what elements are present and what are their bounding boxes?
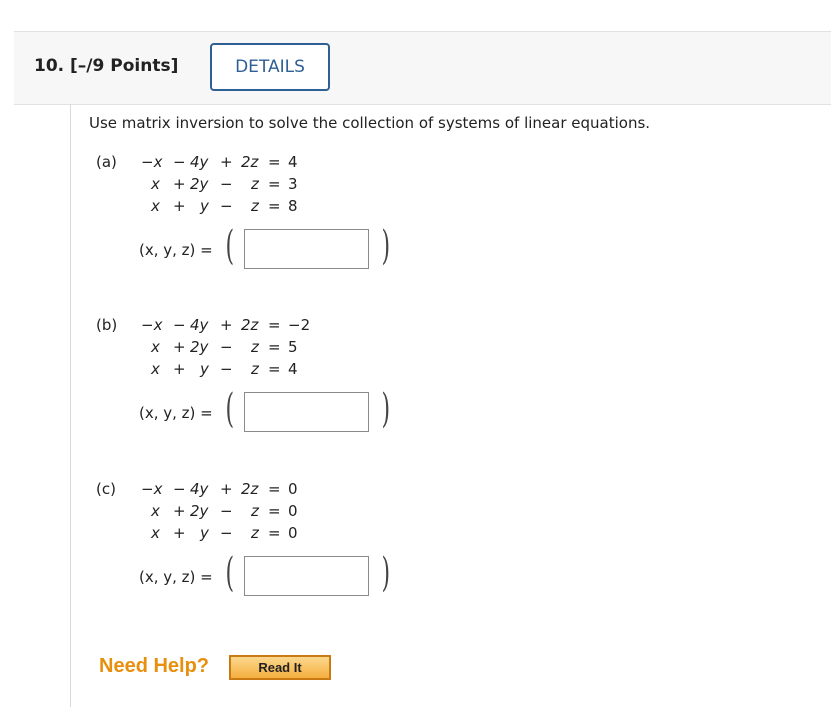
part-b-row2-op1: +: [173, 338, 186, 356]
part-b-row1-op1: −: [173, 316, 186, 334]
part-a-row3-z: z: [251, 197, 259, 215]
part-b-row2-eq: =: [268, 338, 281, 356]
part-a-row1-op1: −: [173, 153, 186, 171]
part-a-row3-op2: −: [220, 197, 233, 215]
part-b-label: (b): [96, 316, 118, 334]
part-a-row1-rhs: 4: [288, 153, 298, 171]
part-a-row1-z: 2z: [241, 153, 259, 171]
part-b-row3-z: z: [251, 360, 259, 378]
part-c-label: (c): [96, 480, 116, 498]
part-c-row1-x: −x: [141, 480, 163, 498]
part-a-row3-y: y: [200, 197, 209, 215]
part-c-row1-y: 4y: [190, 480, 209, 498]
part-b-row3-y: y: [200, 360, 209, 378]
part-c-row2-rhs: 0: [288, 502, 298, 520]
part-b-row3-eq: =: [268, 360, 281, 378]
part-c-left-paren: (: [225, 550, 235, 596]
part-c-row2-op1: +: [173, 502, 186, 520]
part-c-row1-z: 2z: [241, 480, 259, 498]
question-title: 10. [–/9 Points]: [34, 56, 179, 76]
part-b-row3-op1: +: [173, 360, 186, 378]
part-c-row2-x: x: [151, 502, 160, 520]
part-a-row3-op1: +: [173, 197, 186, 215]
part-c-row1-eq: =: [268, 480, 281, 498]
part-b-row2-rhs: 5: [288, 338, 298, 356]
part-b-row1-rhs: −2: [288, 316, 311, 334]
part-a-answer-input[interactable]: [244, 229, 369, 269]
part-b-row2-x: x: [151, 338, 160, 356]
part-a-row3-eq: =: [268, 197, 281, 215]
part-a-row2-eq: =: [268, 175, 281, 193]
part-a-left-paren: (: [225, 223, 235, 269]
part-b-row1-y: 4y: [190, 316, 209, 334]
question-left-rule: [70, 104, 71, 707]
part-c-row3-z: z: [251, 524, 259, 542]
question-header: 10. [–/9 Points] DETAILS: [14, 31, 831, 105]
part-a-row3-x: x: [151, 197, 160, 215]
part-a-row2-x: x: [151, 175, 160, 193]
part-b-row2-op2: −: [220, 338, 233, 356]
part-a-row1-eq: =: [268, 153, 281, 171]
part-a-row3-rhs: 8: [288, 197, 298, 215]
part-b-row3-rhs: 4: [288, 360, 298, 378]
part-b-row3-op2: −: [220, 360, 233, 378]
part-c-row1-op2: +: [220, 480, 233, 498]
part-a-row2-op2: −: [220, 175, 233, 193]
part-b-answer-input[interactable]: [244, 392, 369, 432]
part-c-row2-y: 2y: [190, 502, 209, 520]
part-c-row1-rhs: 0: [288, 480, 298, 498]
part-c-row3-op2: −: [220, 524, 233, 542]
part-a-row2-op1: +: [173, 175, 186, 193]
part-a-tuple-label: (x, y, z) =: [139, 241, 213, 259]
part-a-row2-rhs: 3: [288, 175, 298, 193]
part-b-row1-z: 2z: [241, 316, 259, 334]
part-c-row3-eq: =: [268, 524, 281, 542]
part-c-answer-input[interactable]: [244, 556, 369, 596]
part-a-row1-x: −x: [141, 153, 163, 171]
part-b-row1-eq: =: [268, 316, 281, 334]
part-a-label: (a): [96, 153, 117, 171]
part-b-row3-x: x: [151, 360, 160, 378]
part-b-row1-x: −x: [141, 316, 163, 334]
part-c-row3-op1: +: [173, 524, 186, 542]
question-prompt: Use matrix inversion to solve the collec…: [89, 114, 651, 132]
part-c-row1-op1: −: [173, 480, 186, 498]
part-b-row2-z: z: [251, 338, 259, 356]
part-a-right-paren: ): [381, 223, 391, 269]
part-c-right-paren: ): [381, 550, 391, 596]
part-b-row2-y: 2y: [190, 338, 209, 356]
part-b-right-paren: ): [381, 386, 391, 432]
part-c-row2-op2: −: [220, 502, 233, 520]
part-c-row3-rhs: 0: [288, 524, 298, 542]
part-a-row2-z: z: [251, 175, 259, 193]
details-button[interactable]: DETAILS: [210, 43, 330, 91]
part-b-row1-op2: +: [220, 316, 233, 334]
part-a-row1-op2: +: [220, 153, 233, 171]
part-c-tuple-label: (x, y, z) =: [139, 568, 213, 586]
part-c-row3-x: x: [151, 524, 160, 542]
part-c-row2-eq: =: [268, 502, 281, 520]
part-c-row3-y: y: [200, 524, 209, 542]
part-a-row1-y: 4y: [190, 153, 209, 171]
part-c-row2-z: z: [251, 502, 259, 520]
read-it-button[interactable]: Read It: [229, 655, 331, 680]
part-a-row2-y: 2y: [190, 175, 209, 193]
part-b-left-paren: (: [225, 386, 235, 432]
need-help-label: Need Help?: [99, 655, 210, 677]
part-b-tuple-label: (x, y, z) =: [139, 404, 213, 422]
